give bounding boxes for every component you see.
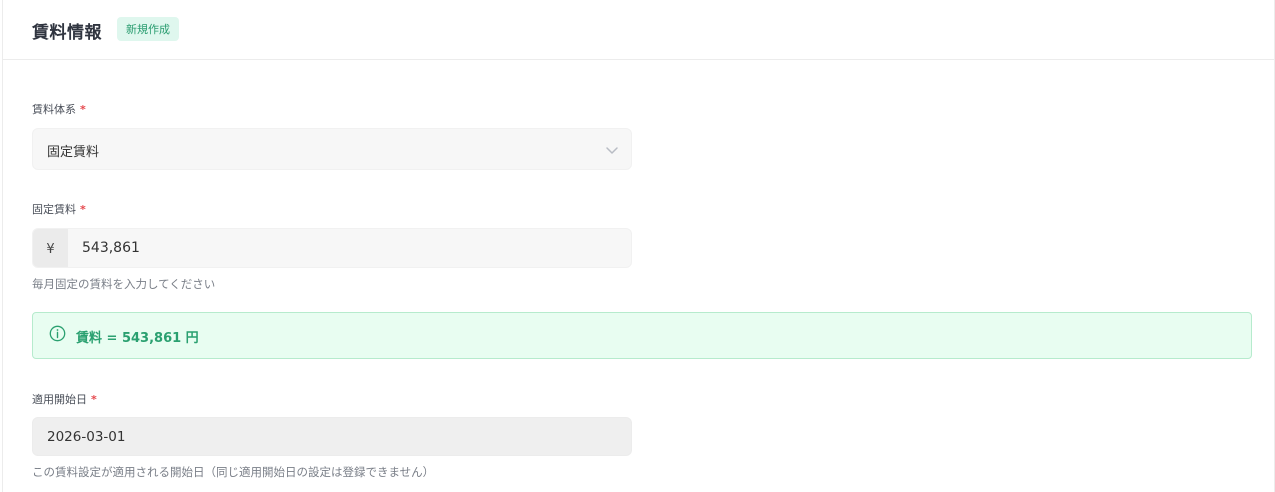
fixed-rent-value: 543,861 <box>82 240 140 256</box>
chevron-down-icon <box>606 147 618 154</box>
rent-system-selected-value: 固定賃料 <box>47 145 100 160</box>
rent-summary-text: 賃料 = 543,861 円 <box>76 331 199 346</box>
card-header: 賃料情報 新規作成 <box>3 0 1274 60</box>
rent-system-label-text: 賃料体系 <box>32 103 76 116</box>
status-badge: 新規作成 <box>117 17 179 41</box>
fixed-rent-help: 毎月固定の賃料を入力してください <box>32 277 216 291</box>
rent-system-select[interactable]: 固定賃料 <box>32 128 632 170</box>
start-date-label: 適用開始日 * <box>32 391 97 407</box>
start-date-input[interactable]: 2026-03-01 <box>32 417 632 456</box>
fixed-rent-label: 固定賃料 * <box>32 201 86 217</box>
info-icon <box>49 325 66 342</box>
rent-info-card: 賃料情報 新規作成 賃料体系 * 固定賃料 固定賃料 * ¥ 543,861 毎月固… <box>2 0 1275 492</box>
start-date-help: この賃料設定が適用される開始日（同じ適用開始日の設定は登録できません） <box>32 465 435 479</box>
rent-summary-alert: 賃料 = 543,861 円 <box>32 312 1252 359</box>
required-mark: * <box>91 393 97 406</box>
required-mark: * <box>80 103 86 116</box>
start-date-label-text: 適用開始日 <box>32 393 87 406</box>
start-date-value: 2026-03-01 <box>47 429 126 445</box>
currency-prefix: ¥ <box>33 229 68 267</box>
fixed-rent-input[interactable]: ¥ 543,861 <box>32 228 632 268</box>
fixed-rent-label-text: 固定賃料 <box>32 203 76 216</box>
rent-system-label: 賃料体系 * <box>32 101 86 117</box>
required-mark: * <box>80 203 86 216</box>
page-title: 賃料情報 <box>32 23 102 43</box>
